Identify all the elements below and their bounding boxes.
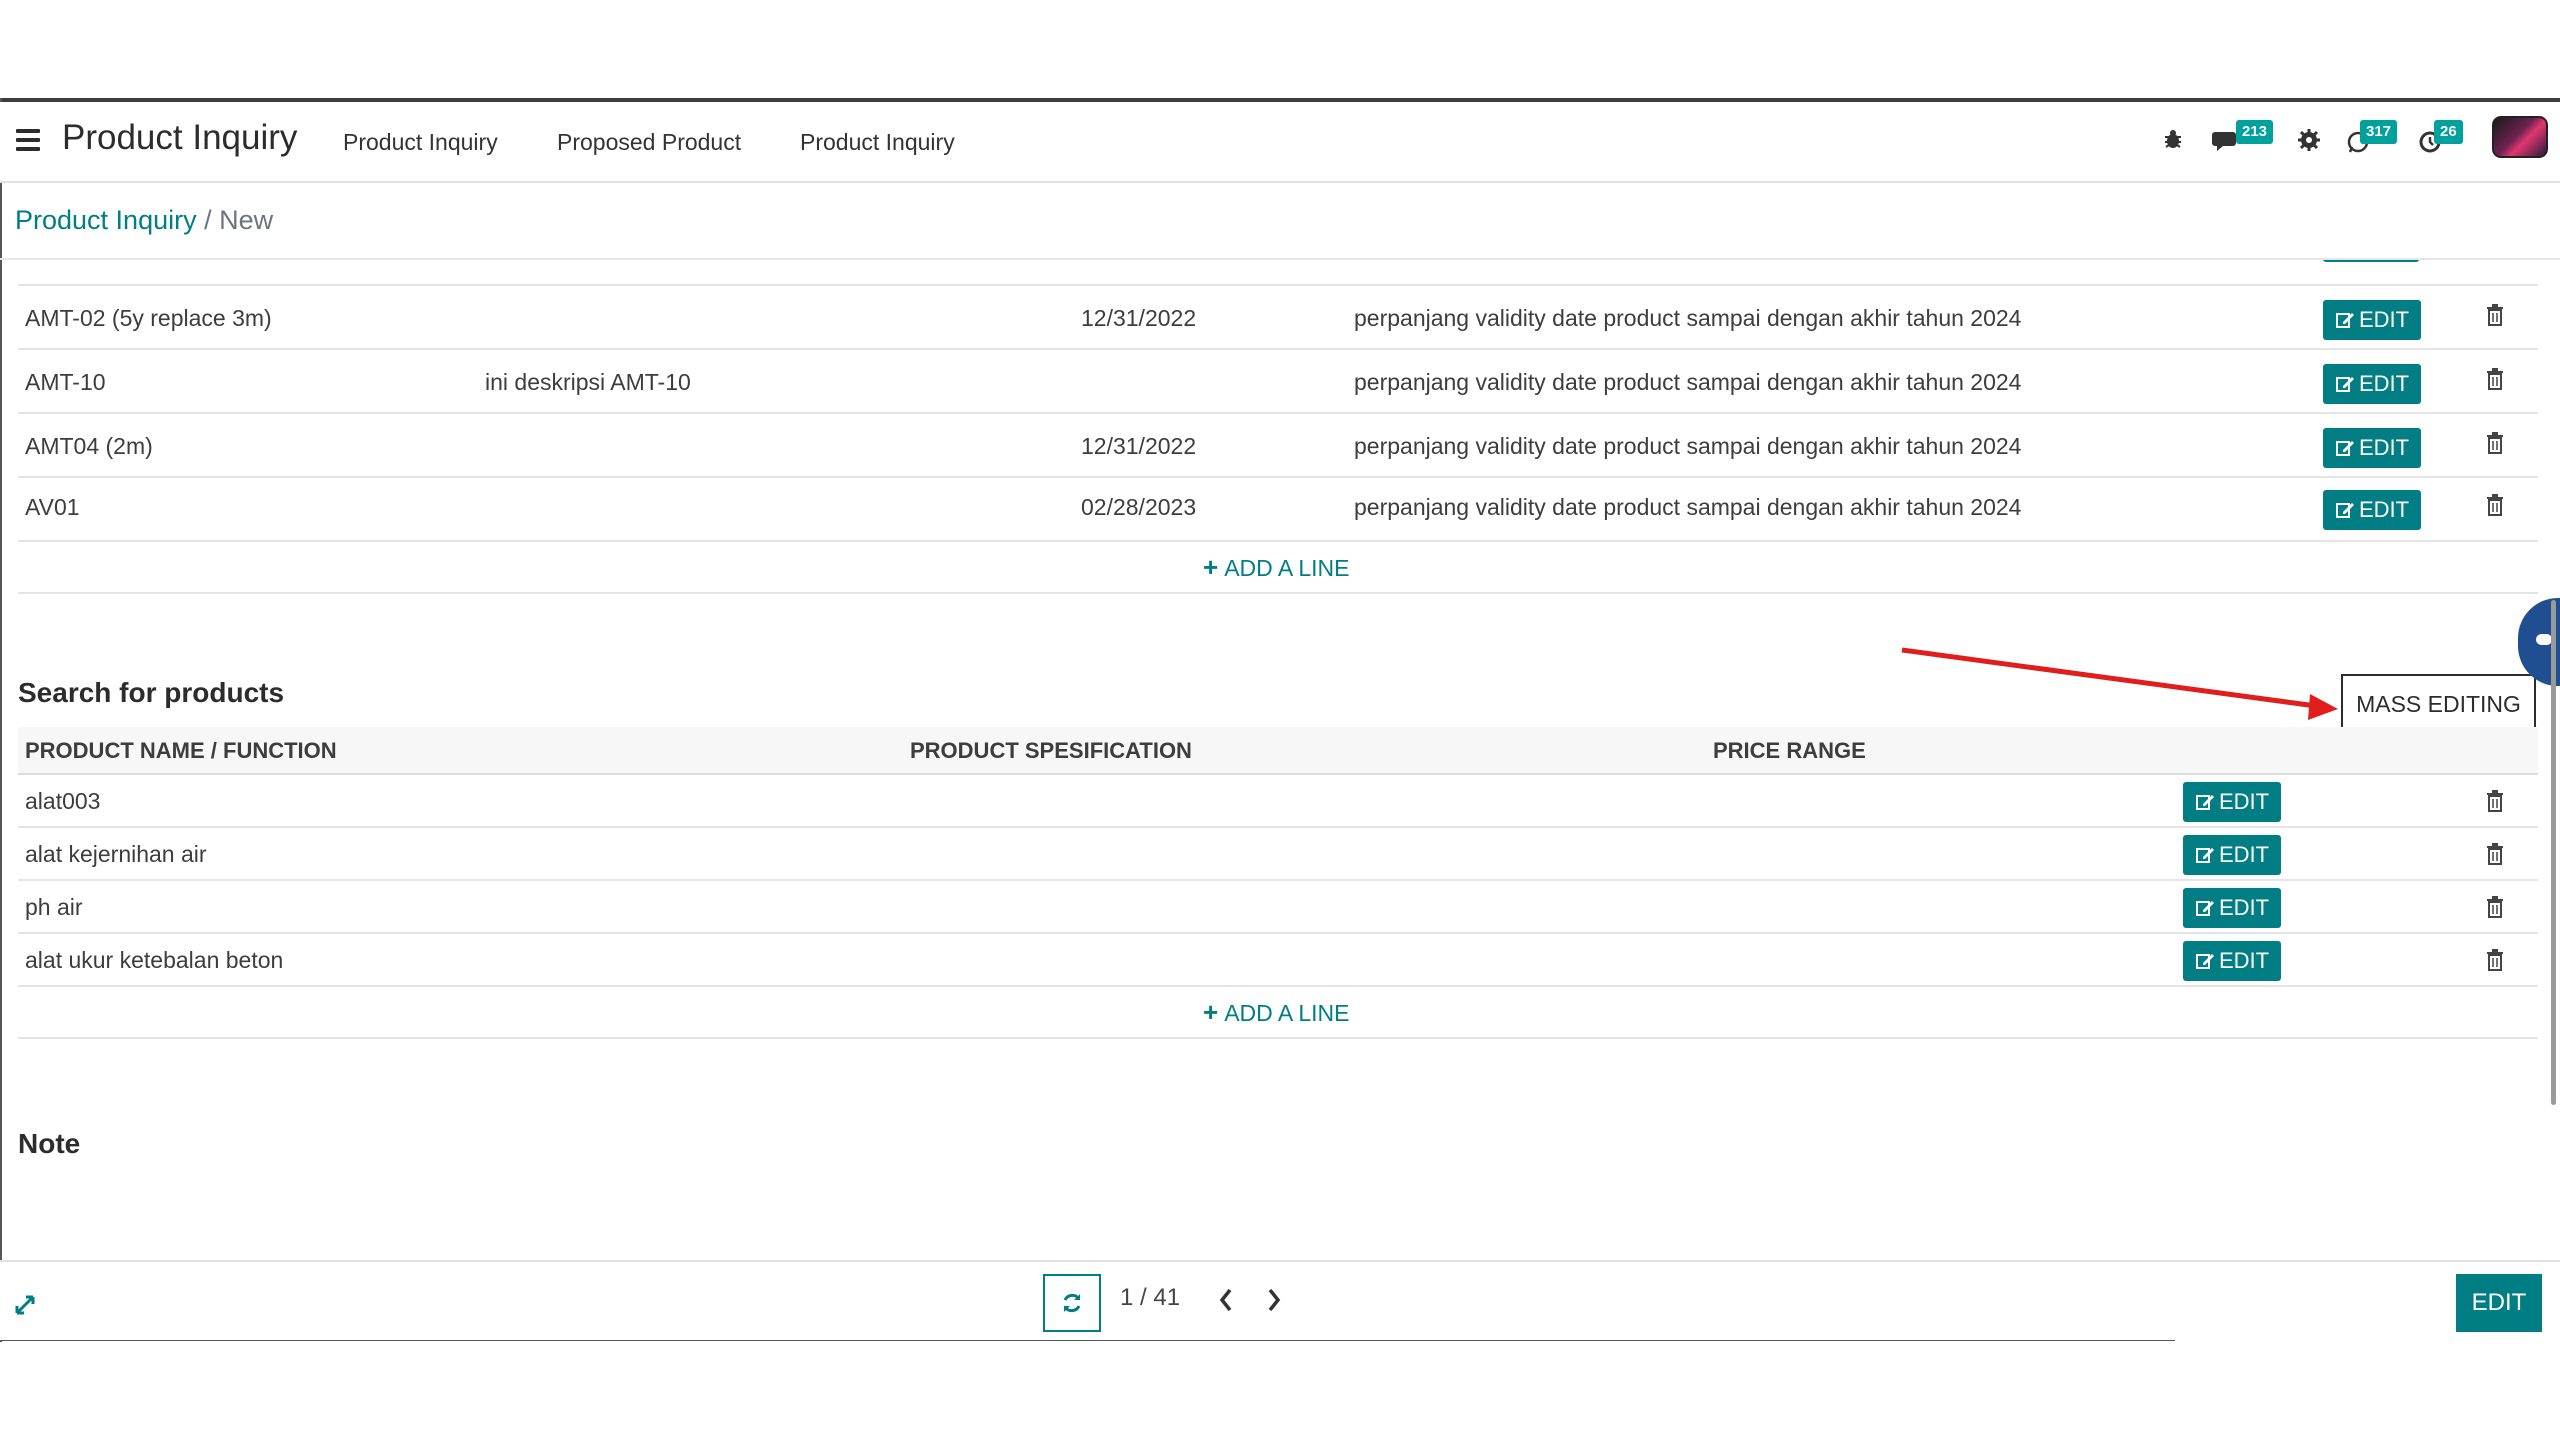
menu-toggle-icon[interactable]: [16, 129, 40, 151]
breadcrumb: Product Inquiry / New: [15, 205, 273, 236]
breadcrumb-current: New: [219, 205, 274, 235]
product-cell: AMT04 (2m): [25, 433, 153, 459]
edit-label: EDIT: [2358, 371, 2410, 396]
add-line-button[interactable]: + ADD A LINE: [1203, 997, 1349, 1028]
table-row[interactable]: AMT-02 (5y replace 3m) 12/31/2022 perpan…: [18, 286, 2538, 350]
table-row[interactable]: AMT04 (2m) 12/31/2022 perpanjang validit…: [18, 414, 2538, 478]
form-content: AMT-02 (5y replace 3m) 12/31/2022 perpan…: [0, 260, 2560, 1260]
trash-icon[interactable]: [2486, 843, 2504, 865]
product-cell: AV01: [25, 494, 80, 520]
trash-icon[interactable]: [2486, 368, 2504, 390]
description-cell: ini deskripsi AMT-10: [485, 369, 691, 395]
app-title[interactable]: Product Inquiry: [62, 118, 297, 158]
column-header-price-range[interactable]: PRICE RANGE: [1713, 727, 1866, 775]
add-line-row: + ADD A LINE: [18, 987, 2538, 1039]
user-avatar[interactable]: [2492, 116, 2548, 158]
breadcrumb-separator: /: [196, 205, 220, 235]
edit-pencil-icon: [2195, 954, 2214, 969]
table-row[interactable]: alat kejernihan air EDIT: [18, 828, 2538, 881]
edit-pencil-icon: [2335, 377, 2354, 392]
trash-icon[interactable]: [2486, 790, 2504, 812]
edit-button[interactable]: EDIT: [2323, 428, 2421, 468]
product-name-cell: alat kejernihan air: [25, 841, 207, 867]
breadcrumb-parent[interactable]: Product Inquiry: [15, 205, 197, 235]
edit-button[interactable]: EDIT: [2323, 364, 2421, 404]
edit-label: EDIT: [2358, 435, 2410, 460]
scrollbar[interactable]: [2551, 600, 2556, 1105]
form-edit-button[interactable]: EDIT: [2456, 1274, 2542, 1332]
mass-editing-button[interactable]: MASS EDITING: [2341, 674, 2536, 734]
pager-next-icon[interactable]: [1264, 1286, 1284, 1314]
product-name-cell: ph air: [25, 894, 83, 920]
nav-menu-product-inquiry-2[interactable]: Product Inquiry: [800, 129, 955, 156]
refresh-icon: [1063, 1293, 1081, 1313]
date-cell: 12/31/2022: [1081, 305, 1197, 331]
edit-label: EDIT: [2358, 497, 2410, 522]
nav-menu-product-inquiry[interactable]: Product Inquiry: [343, 129, 498, 156]
note-cell: perpanjang validity date product sampai …: [1354, 433, 2022, 459]
edit-label: EDIT: [2218, 895, 2270, 920]
note-cell: perpanjang validity date product sampai …: [1354, 305, 2022, 331]
settings-gear-icon[interactable]: [2297, 128, 2321, 157]
edit-label: EDIT: [2218, 842, 2270, 867]
nav-menu-proposed-product[interactable]: Proposed Product: [557, 129, 741, 156]
search-products-title: Search for products: [18, 677, 285, 708]
reload-button[interactable]: [1043, 1274, 1101, 1332]
expand-icon[interactable]: [14, 1294, 36, 1316]
table-row-partial: [18, 260, 2538, 286]
table-row[interactable]: alat003 EDIT: [18, 775, 2538, 828]
edit-pencil-icon: [2195, 901, 2214, 916]
edit-button[interactable]: EDIT: [2183, 888, 2281, 928]
table-row[interactable]: ph air EDIT: [18, 881, 2538, 934]
product-name-cell: alat003: [25, 788, 101, 814]
chat-icon[interactable]: [2212, 130, 2238, 157]
top-navbar: Product Inquiry Product Inquiry Proposed…: [0, 102, 2560, 183]
product-cell: AMT-10: [25, 369, 106, 395]
debug-bug-icon[interactable]: [2162, 128, 2184, 155]
footer-bar: 1 / 41 EDIT: [0, 1260, 2560, 1340]
column-header-product-name[interactable]: PRODUCT NAME / FUNCTION: [25, 727, 337, 775]
trash-icon[interactable]: [2486, 949, 2504, 971]
trash-icon[interactable]: [2486, 896, 2504, 918]
note-cell: perpanjang validity date product sampai …: [1354, 494, 2022, 520]
table-header: PRODUCT NAME / FUNCTION PRODUCT SPESIFIC…: [18, 727, 2538, 775]
add-line-row: + ADD A LINE: [18, 542, 2538, 594]
edit-label: EDIT: [2218, 948, 2270, 973]
note-title: Note: [18, 1128, 81, 1159]
product-cell: AMT-02 (5y replace 3m): [25, 305, 272, 331]
date-cell: 02/28/2023: [1081, 494, 1197, 520]
note-cell: perpanjang validity date product sampai …: [1354, 369, 2022, 395]
edit-pencil-icon: [2195, 795, 2214, 810]
annotation-arrow: [1901, 647, 2338, 720]
column-header-specification[interactable]: PRODUCT SPESIFICATION: [910, 727, 1192, 775]
edit-label: EDIT: [2218, 789, 2270, 814]
table-row[interactable]: AV01 02/28/2023 perpanjang validity date…: [18, 478, 2538, 542]
trash-icon[interactable]: [2486, 432, 2504, 454]
edit-pencil-icon: [2195, 848, 2214, 863]
edit-button[interactable]: [2323, 260, 2419, 262]
date-cell: 12/31/2022: [1081, 433, 1197, 459]
pager-value[interactable]: 1 / 41: [1120, 1284, 1180, 1312]
product-name-cell: alat ukur ketebalan beton: [25, 947, 284, 973]
chat-count-badge: 213: [2236, 120, 2274, 144]
edit-button[interactable]: EDIT: [2183, 941, 2281, 981]
pager-previous-icon[interactable]: [1216, 1286, 1236, 1314]
trash-icon[interactable]: [2486, 304, 2504, 326]
edit-button[interactable]: EDIT: [2183, 782, 2281, 822]
edit-pencil-icon: [2335, 503, 2354, 518]
edit-button[interactable]: EDIT: [2183, 835, 2281, 875]
trash-icon[interactable]: [2486, 494, 2504, 516]
table-row[interactable]: alat ukur ketebalan beton EDIT: [18, 934, 2538, 987]
clock-count-badge: 26: [2434, 120, 2463, 144]
edit-label: EDIT: [2358, 307, 2410, 332]
edit-pencil-icon: [2335, 441, 2354, 456]
table-row[interactable]: AMT-10 ini deskripsi AMT-10 perpanjang v…: [18, 350, 2538, 414]
edit-button[interactable]: EDIT: [2323, 300, 2421, 340]
activity-count-badge: 317: [2360, 120, 2398, 144]
edit-button[interactable]: EDIT: [2323, 490, 2421, 530]
add-line-button[interactable]: + ADD A LINE: [1203, 552, 1349, 583]
edit-pencil-icon: [2335, 313, 2354, 328]
